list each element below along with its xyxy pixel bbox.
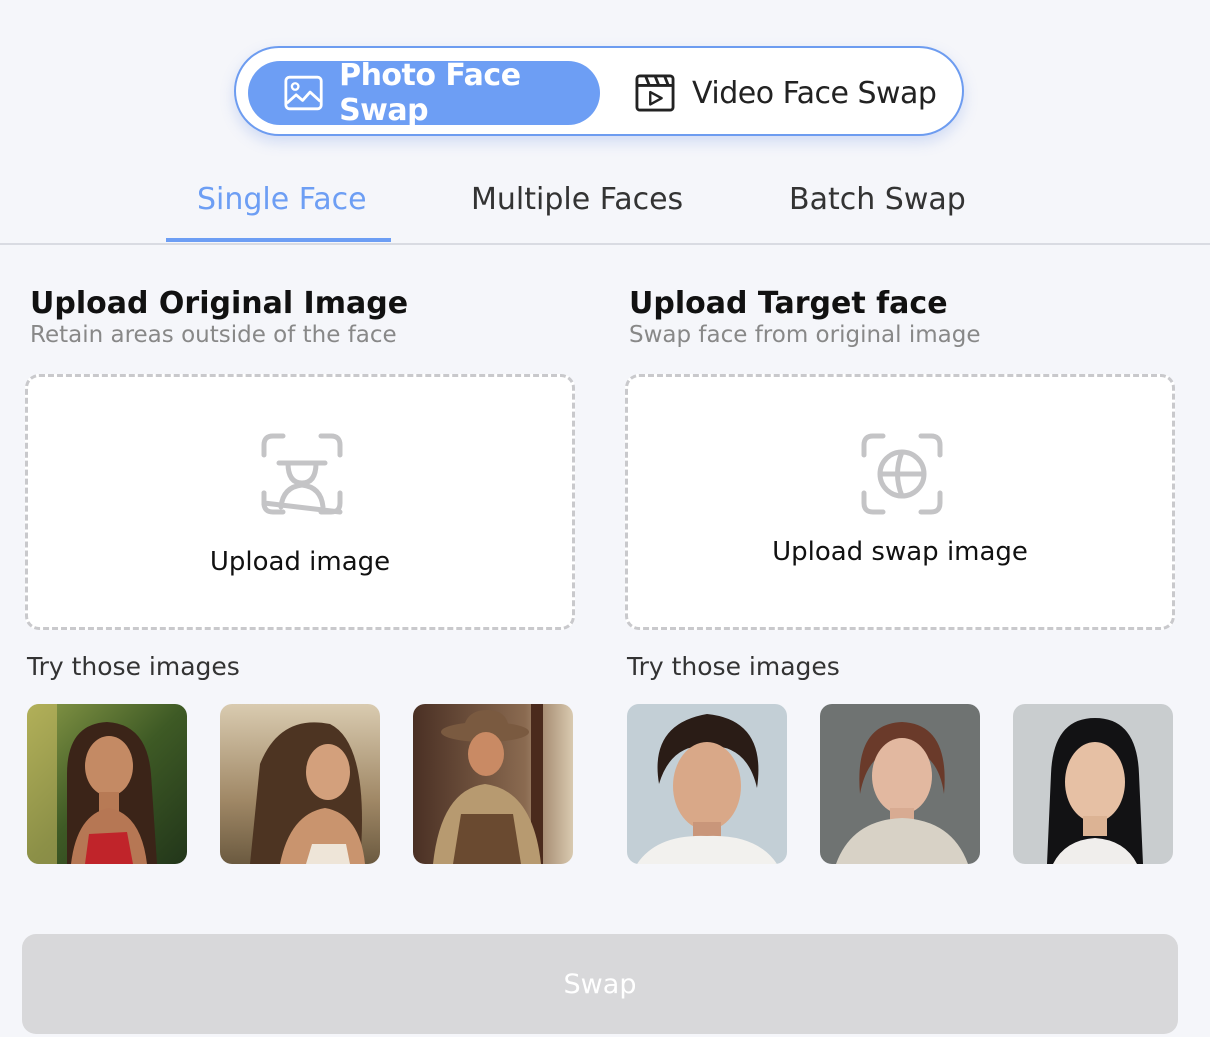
original-sample-1[interactable] <box>27 704 187 864</box>
video-face-swap-button[interactable]: Video Face Swap <box>634 61 954 125</box>
tab-single-face[interactable]: Single Face <box>197 182 367 217</box>
video-clapper-icon <box>635 74 675 112</box>
mode-switch: Photo Face Swap Video Face Swap <box>234 46 964 136</box>
face-target-icon <box>861 433 943 515</box>
photo-face-swap-button[interactable]: Photo Face Swap <box>248 58 600 128</box>
original-try-label: Try those images <box>27 652 240 681</box>
target-section-title: Upload Target face <box>629 286 948 321</box>
swap-type-tabs: Single Face Multiple Faces Batch Swap <box>0 160 1210 244</box>
tab-batch-swap[interactable]: Batch Swap <box>789 182 966 217</box>
original-section-title: Upload Original Image <box>30 286 409 321</box>
tabs-divider <box>0 243 1210 245</box>
original-sample-3[interactable] <box>413 704 573 864</box>
target-sample-2[interactable] <box>820 704 980 864</box>
original-section-subtitle: Retain areas outside of the face <box>30 322 397 348</box>
upload-image-label: Upload image <box>209 547 391 577</box>
swap-button[interactable]: Swap <box>22 934 1178 1034</box>
photo-face-swap-label: Photo Face Swap <box>339 58 521 128</box>
target-section-subtitle: Swap face from original image <box>629 322 981 348</box>
upload-swap-image-label: Upload swap image <box>772 537 1028 567</box>
target-face-dropzone[interactable]: Upload swap image <box>625 374 1175 630</box>
target-sample-3[interactable] <box>1013 704 1173 864</box>
tab-multiple-faces[interactable]: Multiple Faces <box>471 182 683 217</box>
image-icon <box>284 75 323 111</box>
target-sample-1[interactable] <box>627 704 787 864</box>
face-scan-icon <box>261 433 343 515</box>
video-face-swap-label: Video Face Swap <box>692 75 937 111</box>
active-tab-indicator <box>166 238 391 242</box>
target-try-label: Try those images <box>627 652 840 681</box>
original-sample-2[interactable] <box>220 704 380 864</box>
original-image-dropzone[interactable]: Upload image <box>25 374 575 630</box>
